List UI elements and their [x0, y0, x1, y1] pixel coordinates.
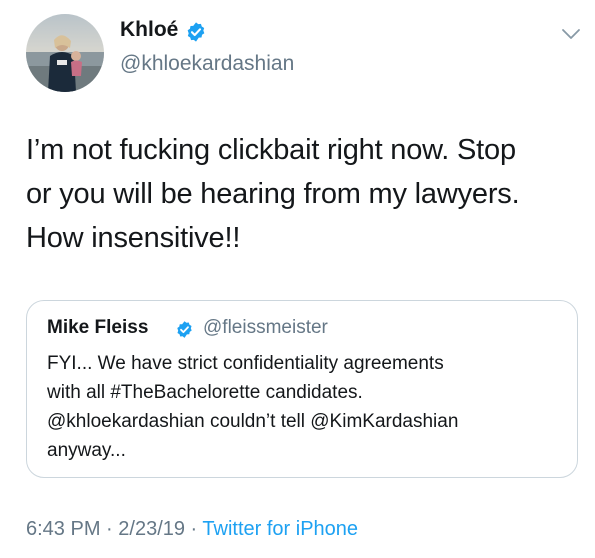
verified-badge-icon: [177, 321, 192, 338]
separator: ·: [185, 518, 203, 540]
tweet-text-line: I’m not fucking clickbait right now. Sto…: [26, 134, 516, 166]
quoted-text-line: with all #TheBachelorette candidates.: [47, 382, 363, 403]
tweet-text: I’m not fucking clickbait right now. Sto…: [26, 128, 581, 260]
verified-badge-icon: [187, 22, 205, 42]
author-handle[interactable]: @khloekardashian: [120, 52, 294, 76]
tweet-text-line: How insensitive!!: [26, 222, 241, 254]
tweet-date: 2/23/19: [118, 518, 185, 540]
tweet-metadata: 6:43 PM · 2/23/19 · Twitter for iPhone: [26, 518, 358, 541]
quoted-text-line: @khloekardashian couldn’t tell @KimKarda…: [47, 411, 459, 432]
tweet-source-link[interactable]: Twitter for iPhone: [202, 518, 358, 540]
avatar-photo: [26, 14, 104, 92]
avatar[interactable]: [26, 14, 104, 92]
quoted-text-line: anyway...: [47, 440, 126, 461]
author-name[interactable]: Khloé: [120, 18, 178, 42]
quoted-tweet-card[interactable]: Mike Fleiss @fleissmeister FYI... We hav…: [26, 300, 578, 478]
quoted-author-name: Mike Fleiss: [47, 317, 149, 338]
quoted-text-line: FYI... We have strict confidentiality ag…: [47, 353, 444, 374]
tweet-text-line: or you will be hearing from my lawyers.: [26, 178, 520, 210]
quoted-author-handle: @fleissmeister: [203, 317, 328, 338]
quoted-tweet-text: FYI... We have strict confidentiality ag…: [47, 349, 562, 465]
tweet-time: 6:43 PM: [26, 518, 101, 540]
tweet: Khloé @khloekardashian I’m not fucking c…: [0, 0, 595, 558]
separator: ·: [100, 518, 119, 540]
chevron-down-icon[interactable]: [560, 26, 582, 42]
